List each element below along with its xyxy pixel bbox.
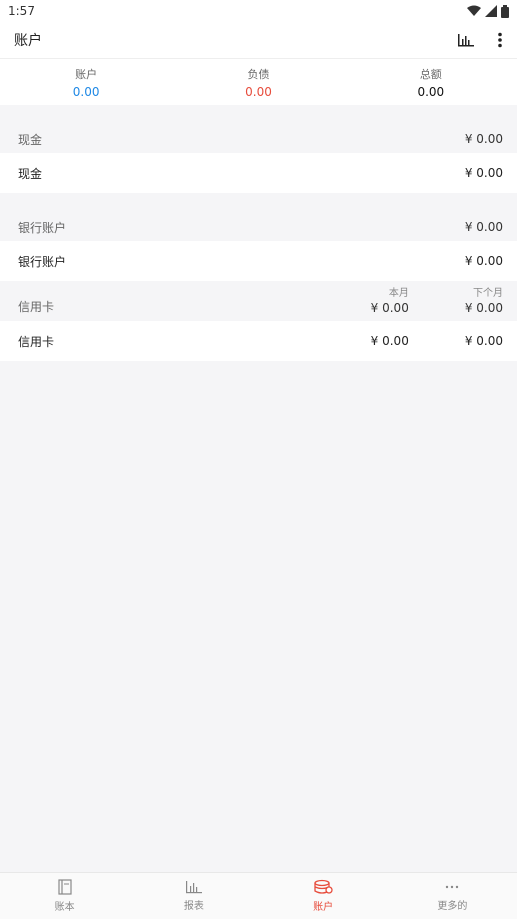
- account-amount: ¥ 0.00: [464, 166, 503, 180]
- section-total: ¥ 0.00: [464, 132, 503, 146]
- account-amount: ¥ 0.00: [464, 254, 503, 268]
- nav-item-more[interactable]: 更多的: [388, 873, 517, 919]
- account-row-bank[interactable]: 银行账户 ¥ 0.00: [0, 241, 517, 281]
- account-row-credit[interactable]: 信用卡 ¥ 0.00 ¥ 0.00: [0, 321, 517, 361]
- nav-label: 更多的: [437, 901, 468, 912]
- account-name: 银行账户: [18, 254, 67, 269]
- bar-chart-icon: [185, 881, 202, 894]
- section-total-this-month: ¥ 0.00: [370, 301, 409, 315]
- summary-label: 总额: [419, 67, 442, 81]
- page-title: 账户: [14, 33, 42, 49]
- more-dots-icon: [446, 885, 459, 889]
- section-header-bank: 银行账户 ¥ 0.00: [0, 213, 517, 241]
- summary-total: 总额 0.00: [345, 66, 517, 99]
- section-title: 信用卡: [18, 300, 55, 314]
- chart-icon[interactable]: [457, 33, 475, 47]
- signal-icon: [485, 5, 497, 17]
- wifi-icon: [467, 5, 481, 16]
- summary-label: 账户: [75, 67, 98, 81]
- status-bar: 1:57: [0, 0, 517, 22]
- app-bar: 账户: [0, 22, 517, 59]
- nav-item-accounts[interactable]: 账户: [259, 873, 388, 919]
- coins-stack-icon: [314, 879, 333, 894]
- summary-value: 0.00: [72, 84, 100, 99]
- summary-panel: 账户 0.00 负债 0.00 总额 0.00: [0, 59, 517, 105]
- section-total-next-month: ¥ 0.00: [464, 301, 503, 315]
- nav-item-ledger[interactable]: 账本: [0, 873, 129, 919]
- account-name: 信用卡: [18, 334, 55, 349]
- account-name: 现金: [18, 166, 43, 181]
- nav-label: 报表: [183, 901, 204, 912]
- summary-value: 0.00: [245, 84, 272, 99]
- summary-label: 负债: [247, 67, 270, 81]
- battery-icon: [501, 4, 509, 18]
- section-header-credit: 信用卡 本月 ¥ 0.00 下个月 ¥ 0.00: [0, 281, 517, 321]
- nav-label: 账本: [54, 902, 75, 913]
- section-header-cash: 现金 ¥ 0.00: [0, 125, 517, 153]
- nav-item-reports[interactable]: 报表: [129, 873, 258, 919]
- account-amount-this-month: ¥ 0.00: [370, 334, 409, 348]
- bottom-nav: 账本 报表 账户 更多的: [0, 872, 517, 919]
- section-title: 银行账户: [18, 220, 67, 235]
- account-amount-next-month: ¥ 0.00: [464, 334, 503, 348]
- col-label-this-month: 本月: [388, 288, 409, 299]
- status-icons: [467, 4, 509, 18]
- summary-liabilities: 负债 0.00: [172, 66, 344, 99]
- section-title: 现金: [18, 132, 43, 147]
- summary-value: 0.00: [417, 84, 445, 99]
- col-label-next-month: 下个月: [473, 288, 503, 299]
- summary-assets: 账户 0.00: [0, 66, 172, 99]
- account-row-cash[interactable]: 现金 ¥ 0.00: [0, 153, 517, 193]
- status-time: 1:57: [8, 4, 35, 18]
- section-total: ¥ 0.00: [464, 220, 503, 234]
- more-vert-icon[interactable]: [497, 32, 503, 48]
- book-icon: [58, 879, 72, 895]
- nav-label: 账户: [313, 902, 334, 913]
